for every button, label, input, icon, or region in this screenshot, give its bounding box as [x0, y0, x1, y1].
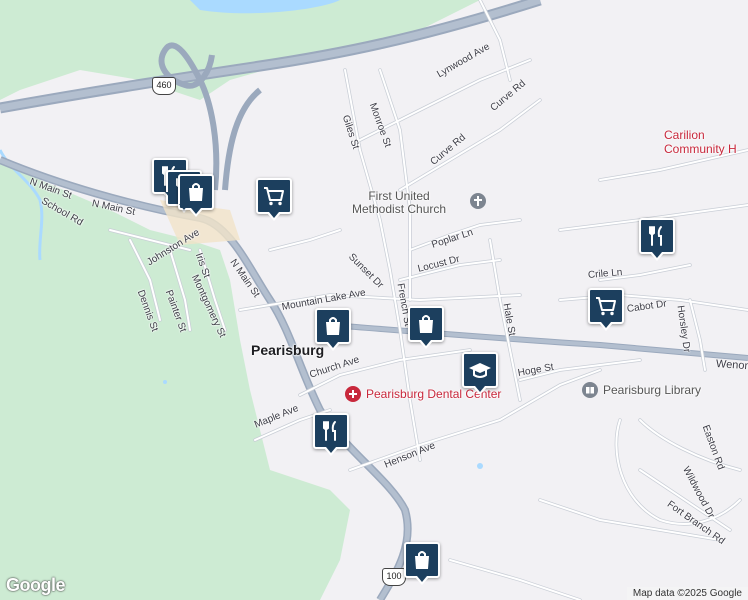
map-marker-grocery[interactable]	[588, 288, 624, 331]
shopping-bag-icon	[415, 551, 429, 569]
map-canvas[interactable]: 460 100 N Main St N Main St N Main St Sc…	[0, 0, 748, 600]
fork-knife-icon	[323, 421, 336, 441]
map-marker-grocery[interactable]	[256, 178, 292, 221]
shopping-bag-icon	[419, 315, 433, 333]
route-460-shield: 460	[152, 77, 176, 95]
map-marker-restaurant[interactable]	[313, 413, 349, 456]
google-logo: Google	[6, 575, 66, 595]
poi-label-methodist-church[interactable]: First United Methodist Church	[352, 190, 446, 216]
map-marker-school[interactable]	[462, 352, 498, 395]
shopping-cart-icon	[264, 187, 284, 206]
route-100-shield: 100	[382, 568, 406, 586]
shopping-bag-icon	[189, 183, 203, 201]
map-base-layer	[0, 0, 748, 600]
graduation-cap-icon	[469, 363, 491, 378]
library-book-icon[interactable]	[582, 382, 598, 398]
shopping-bag-icon	[326, 317, 340, 335]
poi-label-hospital[interactable]: Carilion Community H	[664, 128, 737, 156]
shopping-cart-icon	[596, 297, 616, 316]
map-marker-shopping[interactable]	[404, 542, 440, 585]
poi-label-library[interactable]: Pearisburg Library	[603, 384, 701, 397]
map-marker-restaurant[interactable]	[639, 218, 675, 261]
map-marker-shopping[interactable]	[408, 306, 444, 349]
fork-knife-icon	[649, 226, 662, 246]
map-attribution[interactable]: Map data ©2025 Google	[626, 587, 748, 600]
place-label-pearisburg: Pearisburg	[251, 342, 325, 358]
hospital-cross-icon[interactable]	[345, 386, 361, 402]
church-cross-icon[interactable]	[470, 193, 486, 209]
map-marker-shopping[interactable]	[315, 308, 351, 351]
